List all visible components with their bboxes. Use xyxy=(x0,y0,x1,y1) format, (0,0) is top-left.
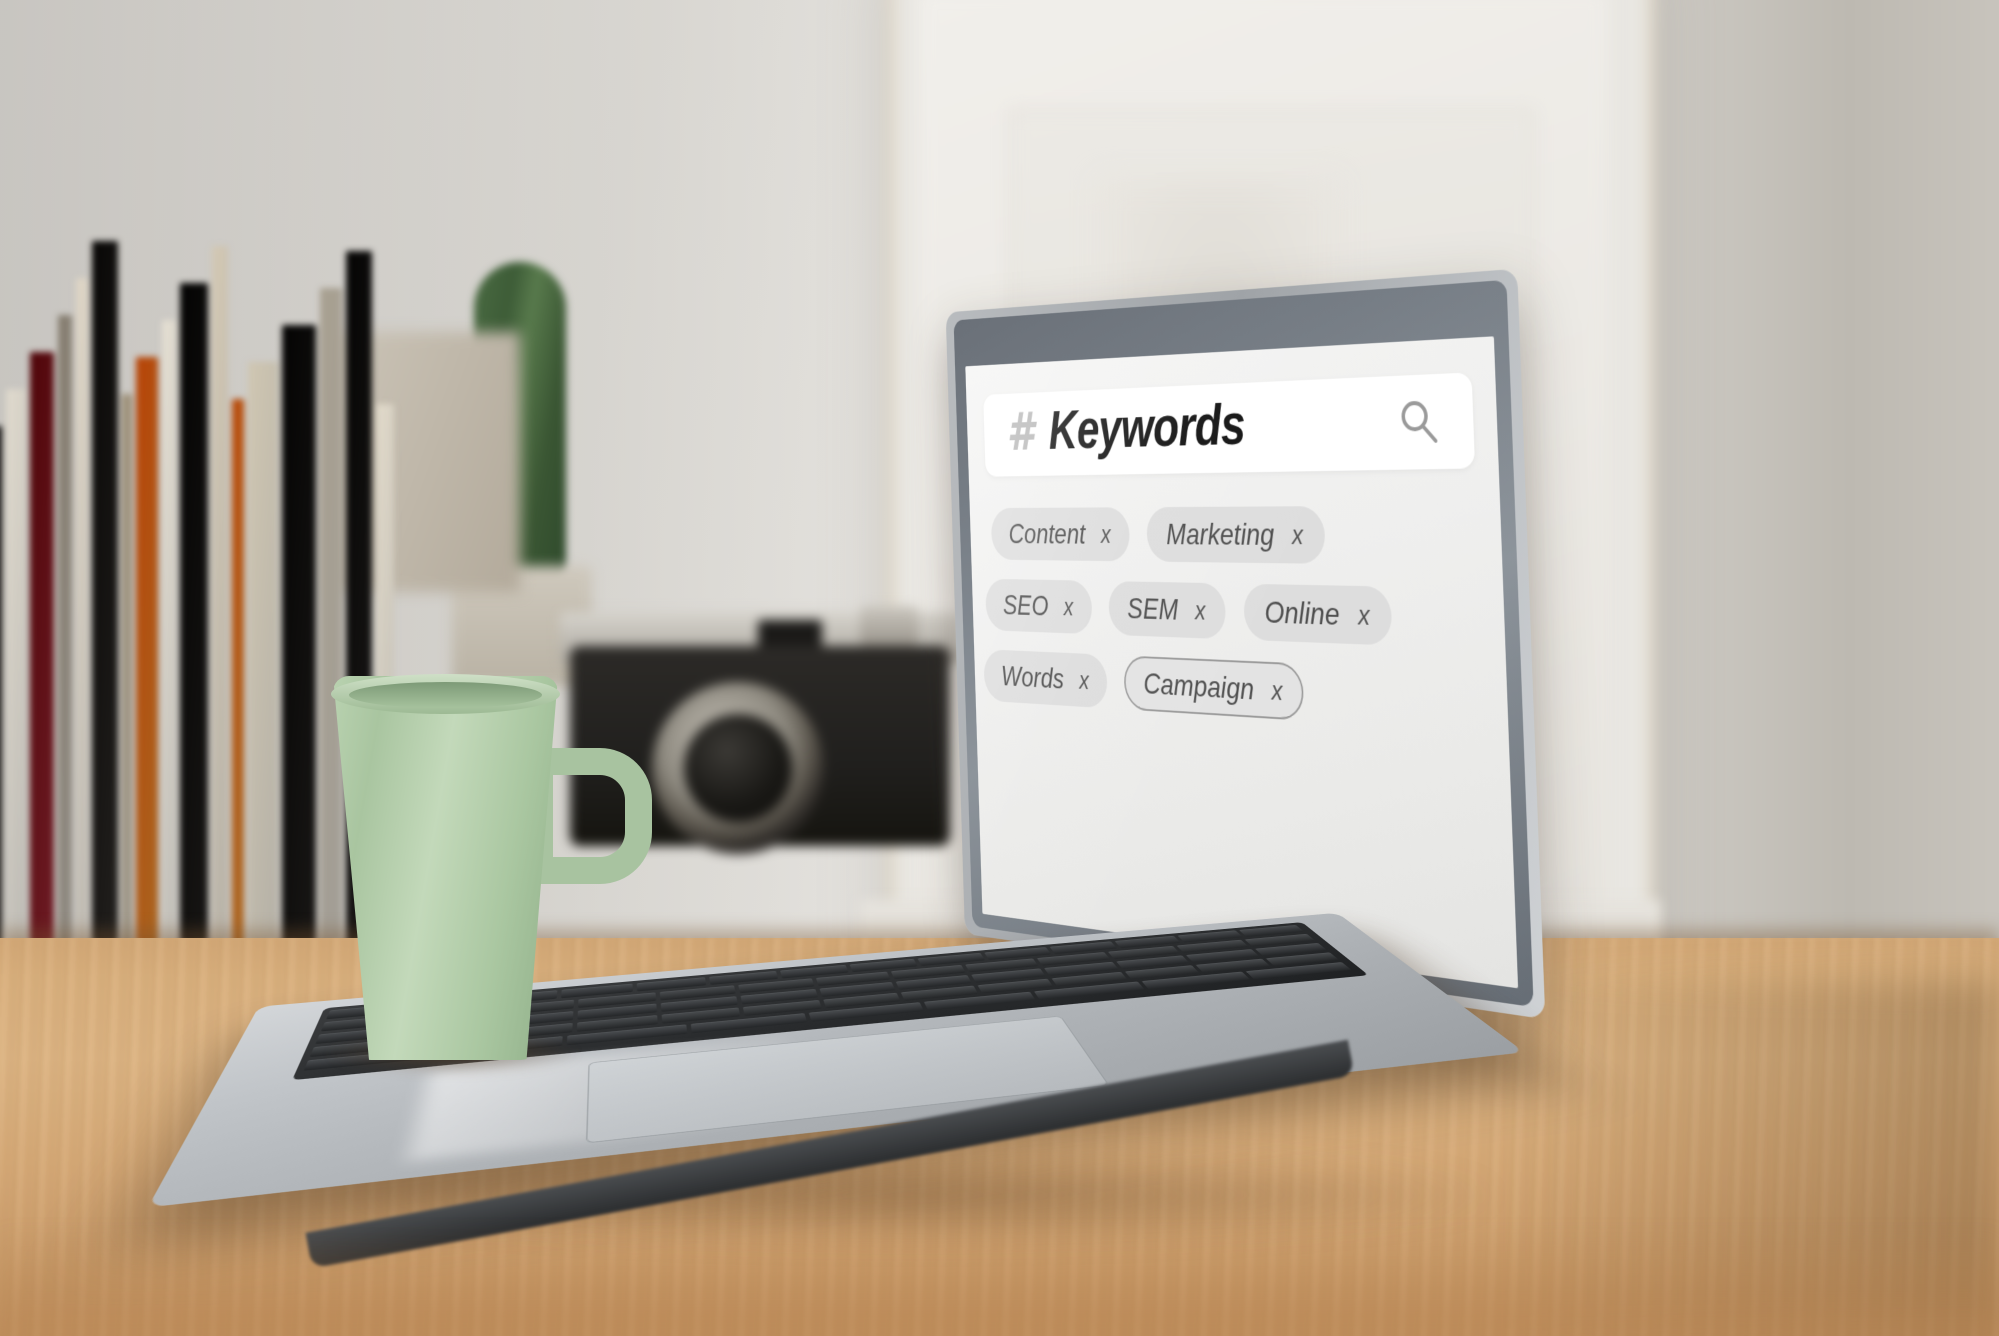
keyword-tag-sem[interactable]: SEM x xyxy=(1108,581,1227,639)
keyword-tag-label: Online xyxy=(1264,595,1340,633)
keyword-tag-words[interactable]: Words x xyxy=(983,649,1108,708)
keyword-tag-label: SEO xyxy=(1002,589,1049,623)
keyword-tag-online[interactable]: Online x xyxy=(1243,584,1393,646)
laptop-lid: # Keywords Content x Marketing x SEO x SEM x Onl… xyxy=(954,280,1534,1007)
coffee-mug xyxy=(333,676,663,1106)
remove-tag-icon[interactable]: x xyxy=(1291,519,1303,550)
foreground-blur xyxy=(0,1230,1999,1336)
hash-icon: # xyxy=(1006,406,1035,458)
desk-scene: # Keywords Content x Marketing x SEO x SEM x Onl… xyxy=(0,0,1999,1336)
keyword-tag-label: Campaign xyxy=(1143,666,1255,707)
keyword-tag-label: Words xyxy=(1001,660,1065,696)
search-field[interactable]: # Keywords xyxy=(983,372,1475,476)
remove-tag-icon[interactable]: x xyxy=(1079,666,1090,695)
keyword-tag-marketing[interactable]: Marketing x xyxy=(1146,506,1325,564)
keyword-app: # Keywords Content x Marketing x SEO x SEM x Onl… xyxy=(965,336,1518,988)
keyword-tag-label: Content xyxy=(1008,517,1086,550)
screen-bezel: # Keywords Content x Marketing x SEO x SEM x Onl… xyxy=(954,280,1534,1007)
remove-tag-icon[interactable]: x xyxy=(1100,520,1111,549)
laptop: # Keywords Content x Marketing x SEO x SEM x Onl… xyxy=(0,0,1999,1336)
keyword-tag-seo[interactable]: SEO x xyxy=(985,579,1092,634)
mug-body xyxy=(333,676,558,1060)
keyword-tag-row: Words x Campaign x xyxy=(983,649,1490,732)
keyword-tag-row: Content x Marketing x xyxy=(991,505,1484,566)
search-icon[interactable] xyxy=(1397,396,1442,448)
keyword-tag-campaign[interactable]: Campaign x xyxy=(1124,655,1305,720)
remove-tag-icon[interactable]: x xyxy=(1271,675,1283,706)
keyword-tag-row: SEO x SEM x Online x xyxy=(985,579,1487,649)
keyword-tag-label: SEM xyxy=(1127,592,1179,628)
laptop-screen: # Keywords Content x Marketing x SEO x SEM x Onl… xyxy=(965,336,1518,988)
remove-tag-icon[interactable]: x xyxy=(1194,595,1206,625)
keyword-tag-label: Marketing xyxy=(1166,517,1275,553)
keyword-tag-content[interactable]: Content x xyxy=(991,507,1131,561)
mug-rim-inner xyxy=(349,682,542,708)
search-input[interactable]: Keywords xyxy=(1048,395,1246,458)
remove-tag-icon[interactable]: x xyxy=(1063,592,1074,621)
remove-tag-icon[interactable]: x xyxy=(1357,599,1370,631)
keyword-tag-list: Content x Marketing x SEO x SEM x Online x Words x C… xyxy=(981,505,1491,755)
